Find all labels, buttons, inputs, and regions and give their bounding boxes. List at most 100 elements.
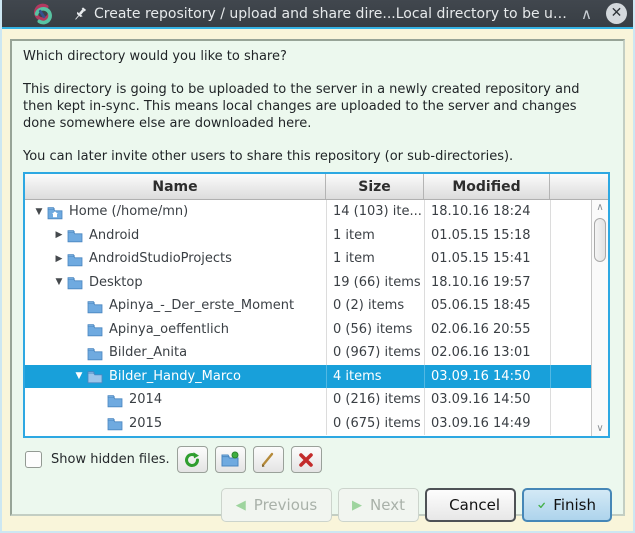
tree-cell-modified: 03.09.16 14:50 bbox=[424, 364, 550, 388]
delete-x-icon bbox=[299, 452, 313, 467]
tree-cell-name: ▶ AndroidStudioProjects bbox=[25, 247, 326, 271]
dialog-window: Create repository / upload and share dir… bbox=[0, 0, 635, 533]
previous-button[interactable]: ◀ Previous bbox=[221, 488, 332, 522]
tree-cell-filler bbox=[550, 200, 591, 224]
options-row: Show hidden files. bbox=[23, 445, 612, 474]
show-hidden-checkbox[interactable] bbox=[25, 451, 42, 468]
tree-cell-size: 1 item bbox=[326, 247, 424, 271]
tree-cell-filler bbox=[550, 247, 591, 271]
tree-item-label: AndroidStudioProjects bbox=[89, 251, 232, 267]
tree-cell-name: 2014 bbox=[25, 388, 326, 412]
expander-icon[interactable]: ▶ bbox=[51, 230, 67, 240]
tree-item-label: Home (/home/mn) bbox=[69, 204, 189, 220]
column-header-name[interactable]: Name bbox=[25, 174, 326, 199]
column-header-filler bbox=[550, 174, 608, 199]
tree-cell-modified: 18.10.16 19:57 bbox=[424, 270, 550, 294]
next-button-label: Next bbox=[370, 496, 405, 514]
vertical-scrollbar[interactable]: ∧ ∨ bbox=[591, 200, 608, 436]
invite-note-text: You can later invite other users to shar… bbox=[23, 149, 514, 164]
tree-cell-modified: 02.06.16 20:55 bbox=[424, 317, 550, 341]
scroll-down-icon[interactable]: ∨ bbox=[592, 423, 608, 434]
scroll-up-icon[interactable]: ∧ bbox=[592, 202, 608, 213]
tree-item-label: Bilder_Handy_Marco bbox=[109, 368, 242, 384]
tree-row[interactable]: ▶ Android 1 item 01.05.15 15:18 bbox=[25, 223, 591, 247]
tree-cell-name: ▼ Bilder_Handy_Marco bbox=[25, 365, 326, 389]
tree-cell-size: 0 (56) items bbox=[326, 317, 424, 341]
tree-row[interactable]: 2015 0 (675) items 03.09.16 14:49 bbox=[25, 411, 591, 436]
tree-row[interactable]: ▼ Home (/home/mn) 14 (103) ite... 18.10.16… bbox=[25, 200, 591, 224]
tree-cell-size: 0 (967) items bbox=[326, 341, 424, 365]
edit-button[interactable] bbox=[252, 446, 284, 473]
folder-icon bbox=[67, 253, 83, 266]
tree-cell-filler bbox=[550, 223, 591, 247]
cancel-button-label: Cancel bbox=[449, 496, 500, 514]
tree-cell-modified: 18.10.16 18:24 bbox=[424, 200, 550, 224]
tree-cell-size: 19 (66) items bbox=[326, 270, 424, 294]
folder-icon bbox=[107, 418, 123, 431]
tree-item-label: Desktop bbox=[89, 274, 143, 290]
folder-icon bbox=[87, 300, 103, 313]
description-text: This directory is going to be uploaded t… bbox=[23, 82, 580, 131]
tree-item-label: Bilder_Anita bbox=[109, 345, 188, 361]
tree-cell-filler bbox=[550, 411, 591, 435]
tree-cell-size: 0 (675) items bbox=[326, 411, 424, 435]
question-text: Which directory would you like to share? bbox=[23, 49, 287, 64]
tree-row[interactable]: ▶ AndroidStudioProjects 1 item 01.05.15 15… bbox=[25, 247, 591, 271]
tree-cell-filler bbox=[550, 294, 591, 318]
tree-cell-modified: 03.09.16 14:50 bbox=[424, 388, 550, 412]
tree-cell-filler bbox=[550, 364, 591, 388]
directory-tree: Name Size Modified ▼ Home (/home/mn) 14 (… bbox=[23, 172, 610, 438]
previous-button-label: Previous bbox=[253, 496, 318, 514]
close-icon[interactable]: ✕ bbox=[606, 3, 627, 24]
column-header-modified[interactable]: Modified bbox=[424, 174, 550, 199]
cancel-button[interactable]: Cancel bbox=[425, 488, 516, 522]
folder-icon bbox=[87, 324, 103, 337]
expander-icon[interactable]: ▼ bbox=[71, 371, 87, 381]
column-header-size[interactable]: Size bbox=[326, 174, 424, 199]
delete-button[interactable] bbox=[290, 446, 322, 473]
tree-cell-size: 1 item bbox=[326, 223, 424, 247]
tree-cell-modified: 01.05.15 15:41 bbox=[424, 247, 550, 271]
tree-cell-filler bbox=[550, 270, 591, 294]
pin-icon[interactable] bbox=[72, 6, 88, 22]
scrollbar-thumb[interactable] bbox=[594, 218, 606, 262]
expander-icon[interactable]: ▼ bbox=[51, 277, 67, 287]
finish-button-label: Finish bbox=[553, 496, 596, 514]
folder-icon bbox=[107, 394, 123, 407]
previous-arrow-icon: ◀ bbox=[235, 497, 246, 513]
tree-body: ▼ Home (/home/mn) 14 (103) ite... 18.10.16… bbox=[25, 200, 591, 436]
tree-item-label: 2015 bbox=[129, 415, 163, 431]
tree-cell-size: 0 (216) items bbox=[326, 388, 424, 412]
finish-button[interactable]: Finish bbox=[522, 488, 612, 522]
finish-check-icon bbox=[538, 502, 545, 508]
tree-cell-name: Apinya_oeffentlich bbox=[25, 318, 326, 342]
tree-cell-name: Apinya_-_Der_erste_Moment bbox=[25, 294, 326, 318]
folder-icon bbox=[87, 347, 103, 360]
folder-icon bbox=[67, 230, 83, 243]
tree-cell-filler bbox=[550, 317, 591, 341]
tree-cell-modified: 01.05.15 15:18 bbox=[424, 223, 550, 247]
refresh-button[interactable] bbox=[176, 446, 208, 473]
tree-row[interactable]: Apinya_oeffentlich 0 (56) items 02.06.16 2… bbox=[25, 317, 591, 342]
tree-cell-modified: 03.09.16 14:49 bbox=[424, 411, 550, 435]
folder-icon bbox=[87, 371, 103, 384]
tree-row[interactable]: ▼ Desktop 19 (66) items 18.10.16 19:57 bbox=[25, 270, 591, 294]
tree-row[interactable]: Bilder_Anita 0 (967) items 02.06.16 13:01 bbox=[25, 341, 591, 365]
expander-icon[interactable]: ▼ bbox=[31, 207, 47, 217]
tree-cell-filler bbox=[550, 388, 591, 412]
next-button[interactable]: ▶ Next bbox=[338, 488, 419, 522]
tree-row[interactable]: Apinya_-_Der_erste_Moment 0 (2) items 05.0… bbox=[25, 294, 591, 318]
titlebar: Create repository / upload and share dir… bbox=[2, 0, 633, 29]
tree-cell-filler bbox=[550, 341, 591, 365]
tree-cell-name: Bilder_Anita bbox=[25, 341, 326, 365]
tree-item-label: Android bbox=[89, 227, 140, 243]
tree-row[interactable]: ▼ Bilder_Handy_Marco 4 items 03.09.16 14:5… bbox=[25, 364, 591, 389]
new-folder-button[interactable] bbox=[214, 446, 246, 473]
expander-icon[interactable]: ▶ bbox=[51, 254, 67, 264]
edit-pencil-icon bbox=[261, 452, 274, 467]
tree-row[interactable]: 2014 0 (216) items 03.09.16 14:50 bbox=[25, 388, 591, 412]
refresh-icon bbox=[185, 451, 200, 467]
shade-icon[interactable]: ∧ bbox=[581, 5, 592, 23]
tree-cell-modified: 05.06.15 18:45 bbox=[424, 294, 550, 318]
tree-cell-name: 2015 bbox=[25, 412, 326, 436]
